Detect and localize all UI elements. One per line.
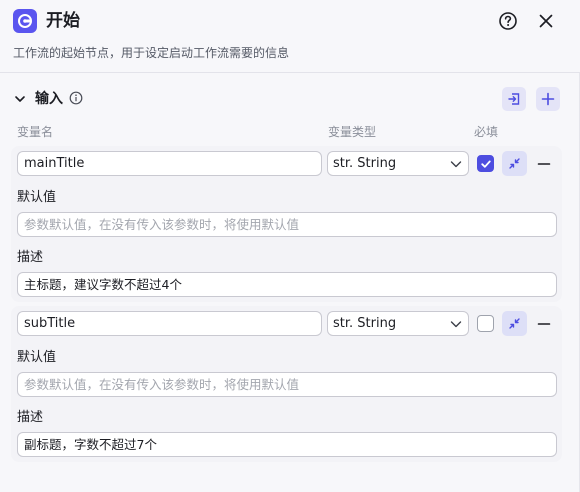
collapse-arrows-icon: [509, 318, 520, 329]
section-title: 输入: [35, 91, 63, 107]
variable-type-select[interactable]: str. String: [327, 151, 469, 176]
variable-type-value: str. String: [333, 316, 397, 331]
collapse-row-button[interactable]: [502, 311, 527, 336]
chevron-down-icon: [450, 161, 462, 168]
description-label: 描述: [17, 250, 44, 265]
node-description: 工作流的起始节点，用于设定启动工作流需要的信息: [13, 46, 290, 60]
node-config-panel: 开始 工作流的起始节点，用于设定启动工作流需要的信息 输入 变量名 变量类型 必…: [0, 0, 580, 492]
column-header-type: 变量类型: [328, 125, 377, 139]
description-input[interactable]: 副标题，字数不超过7个: [17, 432, 557, 457]
chevron-down-icon: [15, 96, 25, 102]
chevron-down-icon: [450, 321, 462, 328]
import-variables-button[interactable]: [502, 87, 526, 111]
question-circle-icon: [499, 12, 517, 30]
description-label: 描述: [17, 410, 44, 425]
default-value-label: 默认值: [17, 190, 57, 205]
variable-name-input[interactable]: mainTitle: [17, 151, 322, 176]
column-header-name: 变量名: [17, 125, 54, 139]
minus-icon: [537, 163, 551, 165]
column-header-required: 必填: [474, 125, 499, 139]
collapse-row-button[interactable]: [502, 151, 527, 176]
required-checkbox[interactable]: [477, 315, 494, 332]
remove-variable-button[interactable]: [536, 316, 552, 332]
default-value-placeholder: 参数默认值，在没有传入该参数时，将使用默认值: [24, 217, 300, 232]
close-icon: [539, 14, 553, 28]
add-variable-button[interactable]: [536, 87, 560, 111]
node-title: 开始: [46, 11, 80, 31]
start-node-icon: [13, 9, 37, 33]
description-input[interactable]: 主标题，建议字数不超过4个: [17, 272, 557, 297]
plus-icon: [541, 92, 555, 106]
variable-name-input[interactable]: subTitle: [17, 311, 322, 336]
variable-type-select[interactable]: str. String: [327, 311, 469, 336]
default-value-input[interactable]: 参数默认值，在没有传入该参数时，将使用默认值: [17, 372, 557, 397]
default-value-input[interactable]: 参数默认值，在没有传入该参数时，将使用默认值: [17, 212, 557, 237]
input-section-header: 输入: [0, 84, 580, 114]
close-button[interactable]: [535, 10, 557, 32]
info-circle-icon[interactable]: [69, 91, 83, 105]
checkmark-icon: [480, 160, 491, 168]
help-button[interactable]: [497, 10, 519, 32]
minus-icon: [537, 323, 551, 325]
import-icon: [508, 93, 520, 105]
required-checkbox[interactable]: [477, 155, 494, 172]
panel-header: 开始 工作流的起始节点，用于设定启动工作流需要的信息: [0, 0, 580, 73]
default-value-label: 默认值: [17, 350, 57, 365]
remove-variable-button[interactable]: [536, 156, 552, 172]
default-value-placeholder: 参数默认值，在没有传入该参数时，将使用默认值: [24, 377, 300, 392]
variable-type-value: str. String: [333, 156, 397, 171]
collapse-section-toggle[interactable]: [12, 91, 28, 107]
collapse-arrows-icon: [509, 158, 520, 169]
